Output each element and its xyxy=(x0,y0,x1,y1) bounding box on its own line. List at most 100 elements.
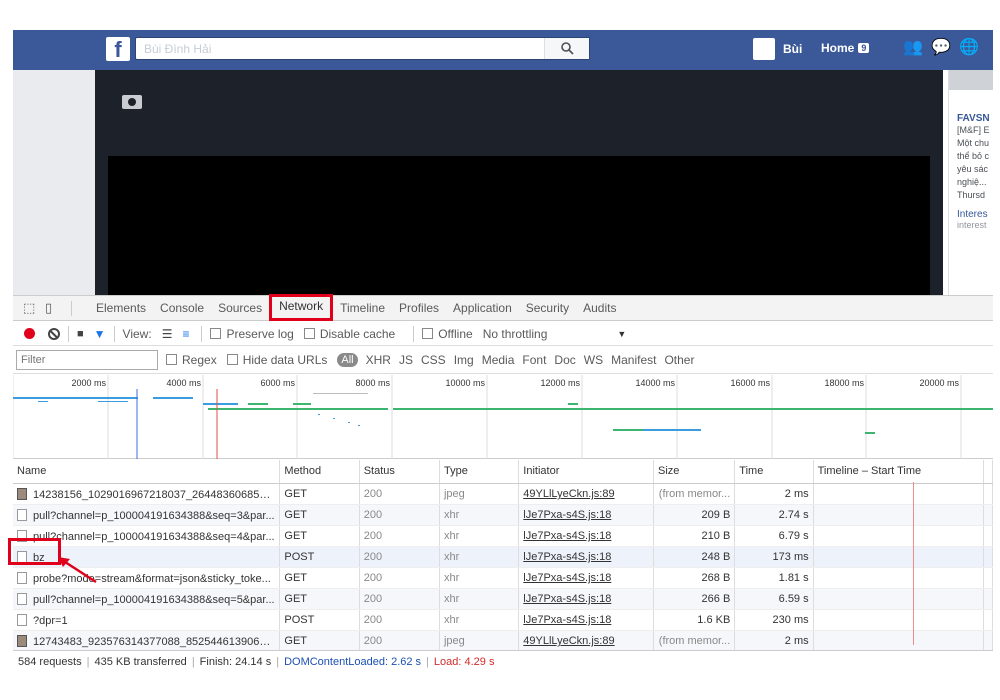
column-name[interactable]: Name xyxy=(13,460,281,483)
initiator-link[interactable]: 49YLlLyeCkn.js:89 xyxy=(519,484,655,504)
divider xyxy=(71,301,72,316)
image-file-icon xyxy=(17,635,27,647)
record-button[interactable] xyxy=(24,328,35,339)
transferred-size: 435 KB transferred xyxy=(94,655,187,668)
filter-ws[interactable]: WS xyxy=(584,353,603,367)
disable-cache-checkbox[interactable]: Disable cache xyxy=(303,327,395,341)
column-initiator[interactable]: Initiator xyxy=(519,460,655,483)
filter-input[interactable] xyxy=(16,350,158,370)
profile-link[interactable]: Bùi xyxy=(753,38,802,60)
table-row[interactable]: 12743483_923576314377088_852544613906420… xyxy=(13,631,993,652)
table-row[interactable]: ?dpr=1 POST 200 xhr lJe7Pxa-s4S.js:18 1.… xyxy=(13,610,993,631)
overview-tick: 18000 ms xyxy=(824,378,864,388)
facebook-logo[interactable]: f xyxy=(106,37,130,62)
friend-requests-icon[interactable]: 👥 xyxy=(903,38,923,58)
overview-tick: 20000 ms xyxy=(919,378,959,388)
tab-audits[interactable]: Audits xyxy=(576,296,623,321)
chevron-down-icon[interactable]: ▼ xyxy=(617,329,626,339)
column-timeline[interactable]: Timeline – Start Time xyxy=(814,460,984,483)
overview-tick: 12000 ms xyxy=(540,378,580,388)
annotation-arrow-icon xyxy=(58,557,97,584)
divider xyxy=(201,325,203,342)
filter-media[interactable]: Media xyxy=(482,353,515,367)
filter-manifest[interactable]: Manifest xyxy=(611,353,656,367)
tab-sources[interactable]: Sources xyxy=(211,296,269,321)
ad-link[interactable]: Interes xyxy=(957,209,993,220)
cover-photo xyxy=(108,156,930,295)
table-row[interactable]: pull?channel=p_100004191634388&seq=4&par… xyxy=(13,526,993,547)
network-overview[interactable]: 2000 ms 4000 ms 6000 ms 8000 ms 10000 ms… xyxy=(13,375,993,459)
notifications-icon[interactable]: 🌐 xyxy=(959,38,979,58)
large-rows-icon[interactable]: ☰ xyxy=(162,327,173,341)
column-time[interactable]: Time xyxy=(735,460,814,483)
home-label: Home xyxy=(821,41,855,55)
initiator-link[interactable]: lJe7Pxa-s4S.js:18 xyxy=(519,526,655,546)
tab-elements[interactable]: Elements xyxy=(89,296,153,321)
throttling-select[interactable]: No throttling xyxy=(483,327,548,341)
table-row[interactable]: 14238156_1029016967218037_26448360685960… xyxy=(13,484,993,505)
regex-checkbox[interactable]: Regex xyxy=(166,353,217,367)
initiator-link[interactable]: 49YLlLyeCkn.js:89 xyxy=(519,631,655,651)
initiator-link[interactable]: lJe7Pxa-s4S.js:18 xyxy=(519,547,655,567)
initiator-link[interactable]: lJe7Pxa-s4S.js:18 xyxy=(519,589,655,609)
devtools-tabbar: ⬚ ▯ Elements Console Sources Network Tim… xyxy=(13,294,993,321)
filter-css[interactable]: CSS xyxy=(421,353,446,367)
filter-other[interactable]: Other xyxy=(664,353,694,367)
document-icon xyxy=(17,572,27,584)
column-method[interactable]: Method xyxy=(280,460,360,483)
table-row[interactable]: probe?mode=stream&format=json&sticky_tok… xyxy=(13,568,993,589)
tab-network[interactable]: Network xyxy=(269,294,334,321)
capture-screenshots-icon[interactable]: ■ xyxy=(77,328,84,340)
device-mode-icon[interactable]: ▯ xyxy=(45,301,59,315)
table-row[interactable]: pull?channel=p_100004191634388&seq=5&par… xyxy=(13,589,993,610)
document-icon xyxy=(17,614,27,626)
document-icon xyxy=(17,509,27,521)
messages-icon[interactable]: 💬 xyxy=(931,38,951,58)
clear-button[interactable] xyxy=(48,327,60,340)
search-text: Bùi Đình Hải xyxy=(144,42,212,56)
column-type[interactable]: Type xyxy=(440,460,520,483)
tab-timeline[interactable]: Timeline xyxy=(333,296,392,321)
filter-js[interactable]: JS xyxy=(399,353,413,367)
divider xyxy=(68,325,69,342)
table-row-bz[interactable]: bz POST 200 xhr lJe7Pxa-s4S.js:18 248 B … xyxy=(13,547,993,568)
overview-tick: 4000 ms xyxy=(166,378,201,388)
overview-tick: 14000 ms xyxy=(635,378,675,388)
document-icon xyxy=(17,593,27,605)
table-row[interactable]: pull?channel=p_100004191634388&seq=3&par… xyxy=(13,505,993,526)
initiator-link[interactable]: lJe7Pxa-s4S.js:18 xyxy=(519,505,655,525)
inspect-element-icon[interactable]: ⬚ xyxy=(23,301,37,315)
column-size[interactable]: Size xyxy=(654,460,736,483)
filter-bar: Regex Hide data URLs All XHR JS CSS Img … xyxy=(13,347,993,374)
hide-data-urls-checkbox[interactable]: Hide data URLs xyxy=(226,353,327,367)
tab-profiles[interactable]: Profiles xyxy=(392,296,446,321)
camera-icon[interactable] xyxy=(122,95,142,109)
filter-font[interactable]: Font xyxy=(522,353,546,367)
column-spacer xyxy=(984,460,993,483)
search-button[interactable] xyxy=(544,38,589,59)
tab-security[interactable]: Security xyxy=(519,296,576,321)
facebook-search-input[interactable]: Bùi Đình Hải xyxy=(135,37,590,60)
devtools-tabs: Elements Console Sources Network Timelin… xyxy=(89,294,623,321)
filter-icon[interactable]: ▼ xyxy=(94,327,106,341)
initiator-link[interactable]: lJe7Pxa-s4S.js:18 xyxy=(519,610,655,630)
preserve-log-checkbox[interactable]: Preserve log xyxy=(210,327,294,341)
filter-all[interactable]: All xyxy=(337,353,358,367)
tab-console[interactable]: Console xyxy=(153,296,211,321)
initiator-link[interactable]: lJe7Pxa-s4S.js:18 xyxy=(519,568,655,588)
ad-title[interactable]: FAVSN xyxy=(957,113,993,124)
facebook-top-bar: f Bùi Đình Hải Bùi Home 9 👥 💬 🌐 xyxy=(13,30,993,70)
ad-line: [M&F] E xyxy=(957,125,990,135)
tab-application[interactable]: Application xyxy=(446,296,519,321)
home-link[interactable]: Home 9 xyxy=(821,41,870,55)
ad-line: thể bỏ c xyxy=(957,151,990,161)
column-status[interactable]: Status xyxy=(360,460,440,483)
image-file-icon xyxy=(17,488,27,500)
offline-checkbox[interactable]: Offline xyxy=(422,327,473,341)
filter-img[interactable]: Img xyxy=(454,353,474,367)
divider xyxy=(413,325,415,342)
overview-icon[interactable]: ≡ xyxy=(182,327,189,341)
filter-doc[interactable]: Doc xyxy=(554,353,575,367)
divider xyxy=(113,325,115,342)
filter-xhr[interactable]: XHR xyxy=(366,353,391,367)
